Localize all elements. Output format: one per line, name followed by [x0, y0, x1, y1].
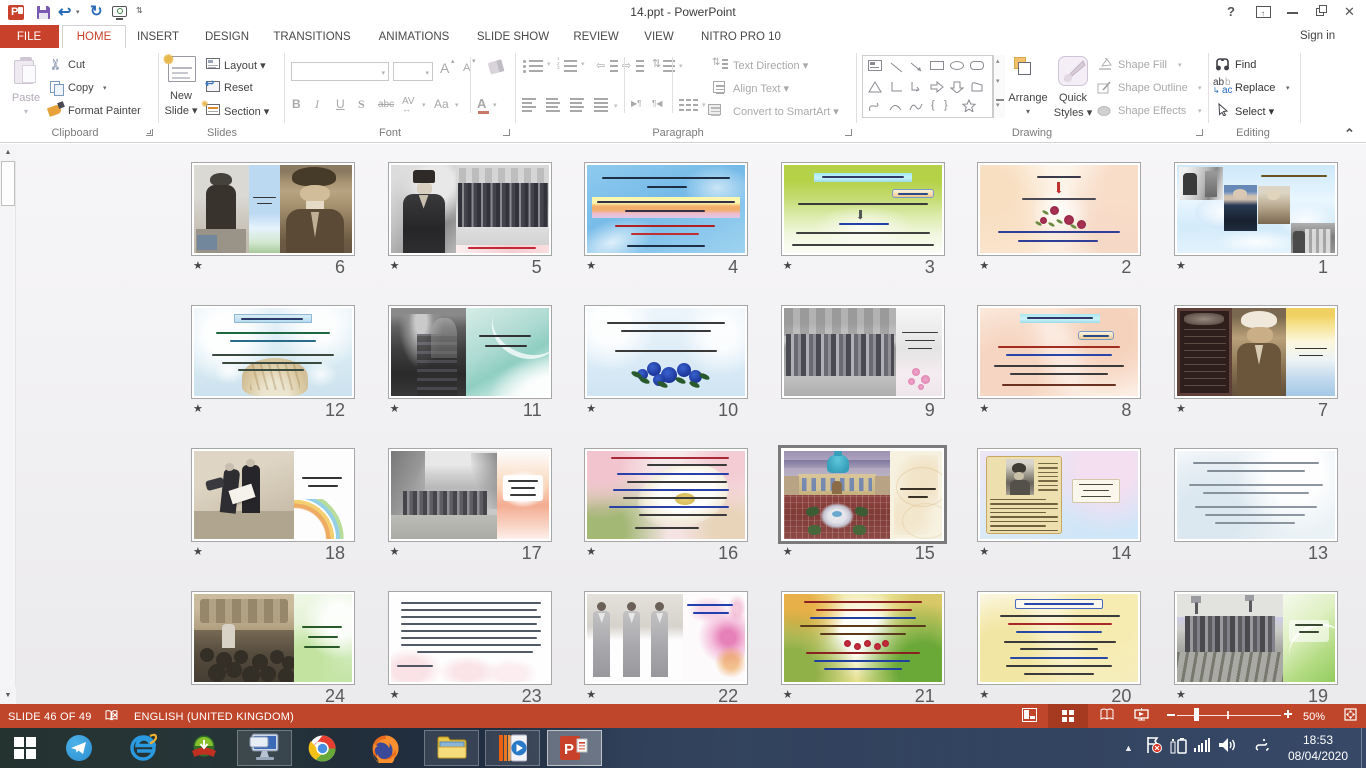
svg-text:P: P — [564, 741, 574, 758]
